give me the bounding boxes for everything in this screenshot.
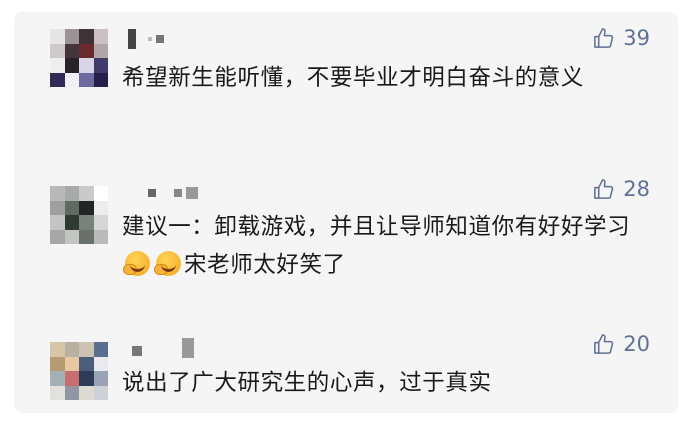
thumbs-up-icon xyxy=(594,333,614,354)
like-button[interactable]: 39 xyxy=(592,26,650,50)
avatar[interactable] xyxy=(50,29,108,87)
comment-text-tail: 宋老师太好笑了 xyxy=(184,252,346,278)
username[interactable] xyxy=(128,183,198,203)
username[interactable] xyxy=(128,29,164,49)
comment-text-main: 建议一：卸载游戏，并且让导师知道你有好好学习 xyxy=(122,214,631,240)
like-button[interactable]: 20 xyxy=(592,332,650,356)
laughing-crying-emoji-icon xyxy=(154,251,181,276)
username[interactable] xyxy=(128,338,194,358)
like-count: 20 xyxy=(623,332,650,356)
like-count: 39 xyxy=(623,26,650,50)
comment-text: 说出了广大研究生的心声，过于真实 xyxy=(122,370,492,396)
avatar[interactable] xyxy=(50,186,108,244)
thumbs-up-icon xyxy=(594,178,614,199)
like-count: 28 xyxy=(623,177,650,201)
laughing-crying-emoji-icon xyxy=(123,251,150,276)
avatar[interactable] xyxy=(50,342,108,400)
comment-list: 39 希望新生能听懂，不要毕业才明白奋斗的意义 28 建议一：卸载游戏，并且让导… xyxy=(14,12,678,413)
like-button[interactable]: 28 xyxy=(592,177,650,201)
thumbs-up-icon xyxy=(594,27,614,48)
comment-text: 希望新生能听懂，不要毕业才明白奋斗的意义 xyxy=(122,65,585,91)
comment-text: 建议一：卸载游戏，并且让导师知道你有好好学习宋老师太好笑了 xyxy=(122,208,642,284)
